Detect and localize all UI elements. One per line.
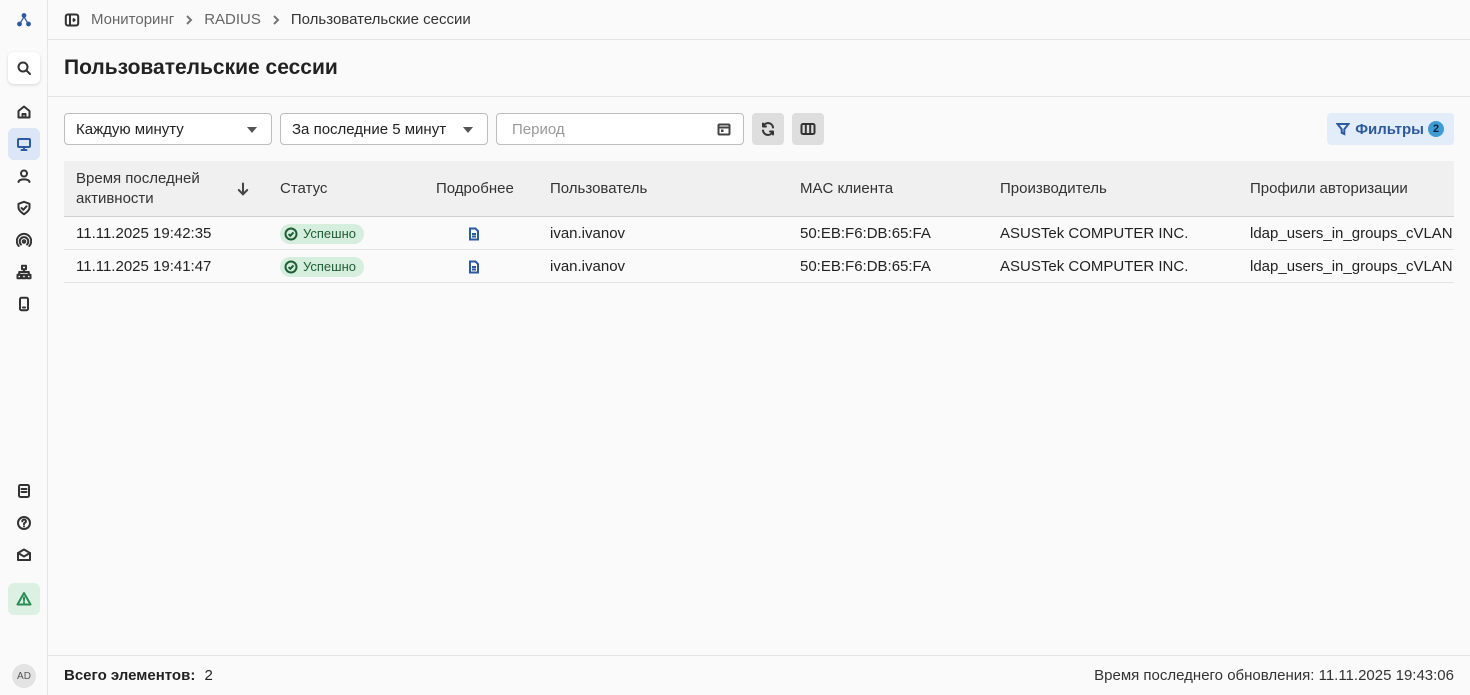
- user-icon: [17, 169, 31, 183]
- column-vendor[interactable]: Производитель: [1000, 161, 1107, 217]
- search-icon: [17, 61, 31, 75]
- status-text: Успешно: [303, 259, 356, 274]
- last-updated: Время последнего обновления: 11.11.2025 …: [1094, 667, 1454, 684]
- help-icon: [17, 516, 31, 530]
- cell-mac: 50:EB:F6:DB:65:FA: [800, 258, 931, 275]
- status-badge: Успешно: [280, 256, 364, 277]
- sidebar-toggle-icon[interactable]: [64, 12, 80, 28]
- network-icon: [16, 264, 32, 280]
- home-icon: [17, 105, 31, 119]
- breadcrumb-current: Пользовательские сессии: [290, 11, 471, 28]
- column-user[interactable]: Пользователь: [550, 161, 647, 217]
- table-row[interactable]: 11.11.2025 19:41:47 Успешно ivan.ivanov …: [64, 250, 1454, 283]
- sidebar-item-docs[interactable]: [8, 475, 40, 507]
- search-button[interactable]: [8, 52, 40, 84]
- total-count: Всего элементов: 2: [64, 667, 213, 684]
- total-value: 2: [204, 667, 213, 684]
- sidebar-item-messages[interactable]: [8, 539, 40, 571]
- device-icon: [19, 296, 29, 312]
- refresh-interval-value: Каждую минуту: [76, 120, 184, 138]
- warning-icon: [16, 592, 32, 606]
- sidebar-item-help[interactable]: [8, 507, 40, 539]
- page-header: Пользовательские сессии: [48, 40, 1470, 97]
- cell-status: Успешно: [280, 250, 364, 283]
- sidebar-item-network[interactable]: [8, 256, 40, 288]
- check-circle-icon: [284, 260, 298, 273]
- sidebar-item-users[interactable]: [8, 160, 40, 192]
- cell-profile: ldap_users_in_groups_cVLAN: [1250, 258, 1453, 275]
- sidebar-item-security[interactable]: [8, 192, 40, 224]
- caret-down-icon: [247, 127, 257, 133]
- app-root: AD Мониторинг RADIUS Пользовательские се…: [0, 0, 1470, 695]
- sidebar-item-home[interactable]: [8, 96, 40, 128]
- status-text: Успешно: [303, 226, 356, 241]
- chevron-right-icon: [186, 14, 193, 25]
- cell-profile: ldap_users_in_groups_cVLAN: [1250, 225, 1453, 242]
- refresh-interval-select[interactable]: Каждую минуту: [64, 113, 272, 145]
- cell-mac: 50:EB:F6:DB:65:FA: [800, 225, 931, 242]
- status-badge: Успешно: [280, 223, 364, 244]
- check-circle-icon: [284, 227, 298, 240]
- filters-button[interactable]: Фильтры 2: [1327, 113, 1454, 145]
- shield-icon: [17, 200, 31, 216]
- column-last-activity[interactable]: Время последней активности: [76, 161, 216, 217]
- cell-user: ivan.ivanov: [550, 225, 626, 242]
- chevron-right-icon: [273, 14, 280, 25]
- cell-time: 11.11.2025 19:41:47: [76, 258, 212, 275]
- sidebar-item-devices[interactable]: [8, 288, 40, 320]
- column-profiles[interactable]: Профили авторизации: [1250, 161, 1408, 217]
- period-input[interactable]: [497, 114, 697, 144]
- sidebar-item-radius[interactable]: [8, 224, 40, 256]
- mail-icon: [17, 548, 31, 561]
- filter-icon: [1336, 123, 1351, 136]
- cell-user: ivan.ivanov: [550, 258, 626, 275]
- breadcrumb-radius[interactable]: RADIUS: [204, 11, 261, 28]
- refresh-icon: [762, 122, 774, 136]
- document-icon: [18, 484, 30, 498]
- sidebar-item-alerts[interactable]: [8, 583, 40, 615]
- cell-status: Успешно: [280, 217, 364, 250]
- filters-count-badge: 2: [1428, 121, 1444, 137]
- cell-vendor: ASUSTek COMPUTER INC.: [1000, 225, 1189, 242]
- time-range-value: За последние 5 минут: [292, 120, 447, 138]
- cell-vendor: ASUSTek COMPUTER INC.: [1000, 258, 1189, 275]
- total-label: Всего элементов:: [64, 667, 196, 684]
- sidebar-item-monitoring[interactable]: [8, 128, 40, 160]
- calendar-icon[interactable]: [717, 122, 731, 136]
- page-title: Пользовательские сессии: [64, 56, 338, 79]
- toolbar: Каждую минуту За последние 5 минут Фильт…: [64, 113, 1454, 145]
- column-details[interactable]: Подробнее: [436, 161, 514, 217]
- column-status[interactable]: Статус: [280, 161, 327, 217]
- filters-label: Фильтры: [1355, 120, 1424, 138]
- period-field[interactable]: [496, 113, 744, 145]
- sort-desc-icon[interactable]: [236, 182, 250, 196]
- columns-button[interactable]: [792, 113, 824, 145]
- time-range-select[interactable]: За последние 5 минут: [280, 113, 488, 145]
- refresh-button[interactable]: [752, 113, 784, 145]
- footer: Всего элементов: 2 Время последнего обно…: [48, 655, 1470, 695]
- columns-icon: [800, 123, 816, 135]
- breadcrumb-monitoring[interactable]: Мониторинг: [91, 11, 174, 28]
- sessions-table: Время последней активности Статус Подроб…: [64, 161, 1454, 283]
- broadcast-icon: [16, 233, 32, 247]
- sidebar: AD: [0, 0, 48, 695]
- cell-time: 11.11.2025 19:42:35: [76, 225, 212, 242]
- caret-down-icon: [463, 127, 473, 133]
- table-row[interactable]: 11.11.2025 19:42:35 Успешно ivan.ivanov …: [64, 217, 1454, 250]
- column-mac[interactable]: MAC клиента: [800, 161, 893, 217]
- monitor-icon: [17, 138, 31, 151]
- details-document-icon[interactable]: [467, 217, 481, 250]
- logo-icon[interactable]: [8, 4, 40, 36]
- table-header: Время последней активности Статус Подроб…: [64, 161, 1454, 217]
- details-document-icon[interactable]: [467, 250, 481, 283]
- avatar[interactable]: AD: [12, 664, 36, 688]
- breadcrumb: Мониторинг RADIUS Пользовательские сесси…: [48, 0, 1470, 40]
